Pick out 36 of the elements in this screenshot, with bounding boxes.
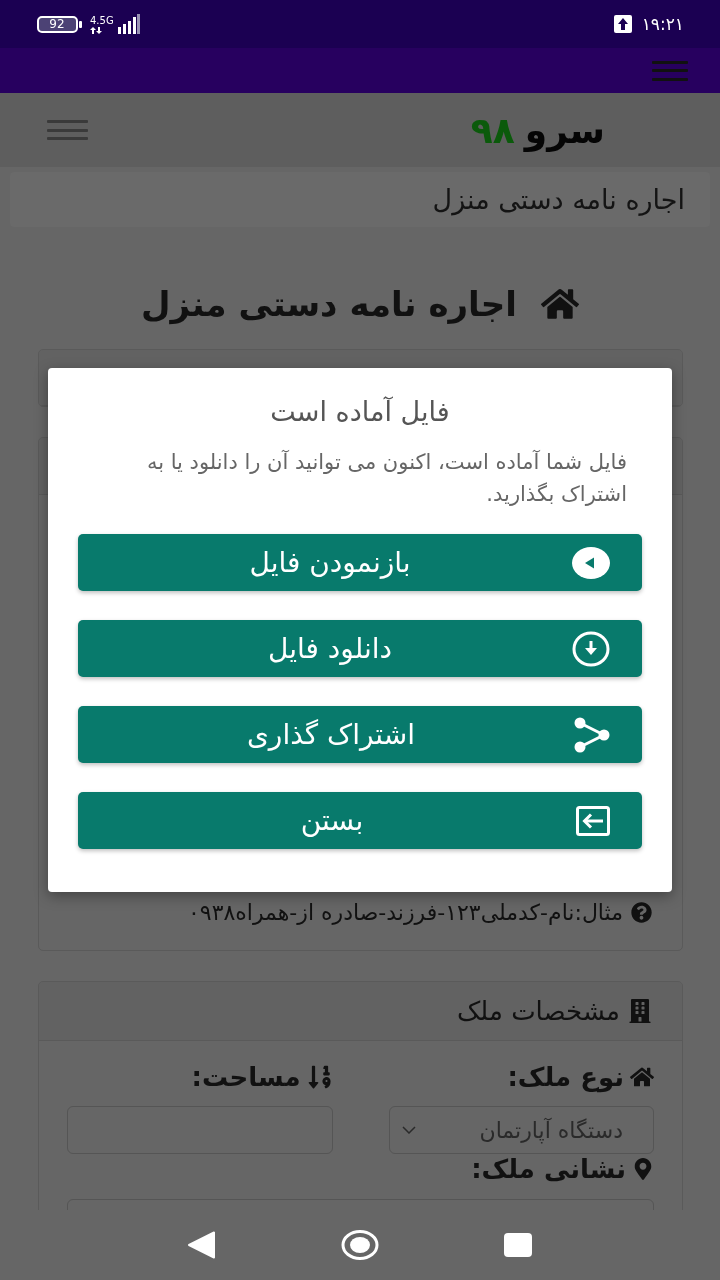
menu-icon[interactable] (652, 60, 688, 81)
action-button[interactable]: بازنمودن فایل (78, 534, 642, 591)
action-button[interactable]: اشتراک گذاری (78, 706, 642, 763)
field-label: مساحت: (191, 1062, 301, 1092)
download-icon (572, 630, 610, 667)
logo-text: سرو (524, 109, 605, 151)
dialog-title: فایل آماده است (269, 396, 451, 428)
action-button[interactable]: دانلود فایل (78, 620, 642, 677)
dialog-message: فایل شما آماده است، اکنون می توانید آن را دانلود یا به اشتراک بگذارید. (145, 449, 628, 508)
house-icon (630, 1065, 654, 1089)
recent-apps-icon[interactable] (504, 1233, 532, 1257)
field-label: نوع ملک: (507, 1062, 624, 1092)
page-title: اجاره نامه دستی منزل (141, 284, 517, 324)
close-button[interactable]: بستن (78, 792, 642, 849)
signal-icon (117, 14, 140, 34)
menu-icon[interactable] (47, 120, 88, 140)
upload-icon (613, 15, 632, 33)
home-icon[interactable] (341, 1230, 379, 1260)
field-label: نشانی ملک: (471, 1154, 626, 1184)
hint-text: مثال:نام-کدملی۱۲۳-فرزند-صادره از-همراه۰۹۳۸ (188, 900, 623, 925)
logo-number: ۹۸ (470, 109, 515, 151)
data-arrows-icon (90, 26, 102, 34)
back-icon[interactable] (188, 1231, 216, 1259)
play-left-icon (572, 546, 610, 579)
chevron-down-icon (401, 1126, 416, 1134)
help-icon (631, 902, 652, 923)
share-icon (574, 716, 610, 753)
sort-numeric-icon (306, 1064, 333, 1090)
clock-time: ۱۹:۲۱ (641, 14, 684, 34)
section-title: مشخصات ملک (457, 996, 620, 1026)
battery-indicator: 92 (37, 15, 82, 33)
building-icon (628, 999, 652, 1023)
network-type: 4.5G (90, 14, 114, 26)
breadcrumb-item: اجاره نامه دستی منزل (10, 172, 710, 227)
map-pin-icon (632, 1158, 654, 1180)
exit-box-icon (576, 805, 610, 836)
